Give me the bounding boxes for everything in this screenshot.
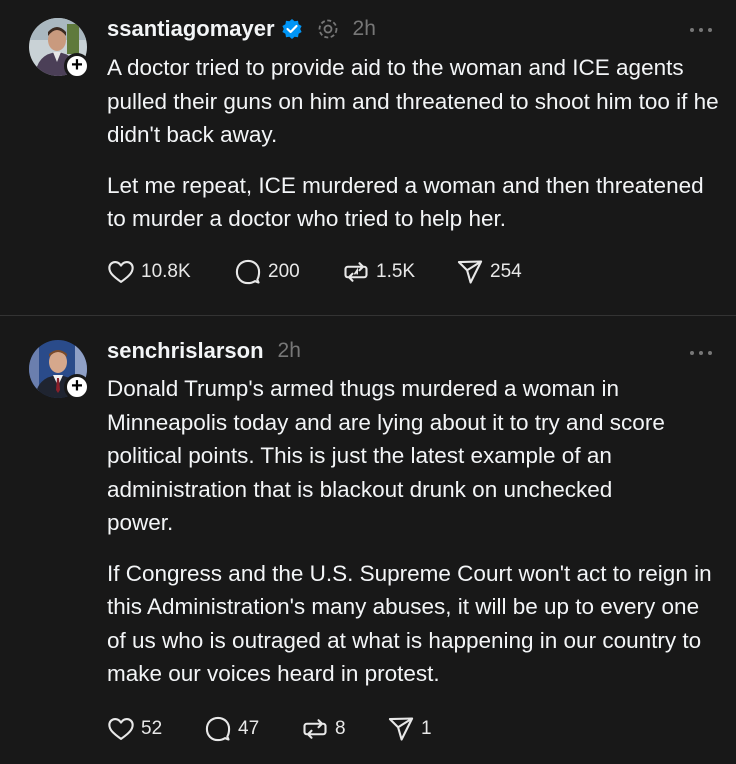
follow-plus-button[interactable]: + [64, 374, 90, 400]
post-body: Donald Trump's armed thugs murdered a wo… [107, 372, 719, 691]
post-header: senchrislarson 2h [107, 336, 301, 366]
like-count: 10.8K [141, 261, 191, 282]
repost-arrows-icon [342, 258, 370, 286]
more-dots-icon[interactable] [690, 26, 712, 34]
username[interactable]: ssantiagomayer [107, 16, 275, 42]
post-paragraph: Donald Trump's armed thugs murdered a wo… [107, 376, 665, 535]
post-time: 2h [277, 339, 301, 362]
reply-count: 200 [268, 261, 300, 282]
paper-plane-icon [387, 715, 415, 743]
like-count: 52 [141, 718, 163, 739]
heart-icon [107, 258, 135, 286]
repost-count: 1.5K [376, 261, 416, 282]
speech-bubble-icon [204, 715, 232, 743]
share-count: 1 [421, 718, 432, 739]
username[interactable]: senchrislarson [107, 338, 264, 364]
post-time: 2h [352, 17, 376, 40]
repost-button[interactable]: 1.5K [342, 258, 456, 286]
follow-plus-button[interactable]: + [64, 53, 90, 79]
post-paragraph: Let me repeat, ICE murdered a woman and … [107, 172, 704, 232]
paper-plane-icon [456, 258, 484, 286]
share-button[interactable]: 254 [456, 258, 522, 286]
post-ssantiagomayer[interactable]: + ssantiagomayer 2h A doctor tried to pr… [0, 0, 736, 315]
reply-count: 47 [238, 718, 260, 739]
repost-arrows-icon [301, 715, 329, 743]
post-paragraph: If Congress and the U.S. Supreme Court w… [107, 560, 712, 687]
verified-badge-icon [281, 18, 303, 40]
post-actions: 10.8K 200 1.5K 254 [107, 256, 522, 288]
post-header: ssantiagomayer 2h [107, 14, 376, 44]
like-button[interactable]: 52 [107, 715, 204, 743]
like-button[interactable]: 10.8K [107, 258, 234, 286]
post-senchrislarson[interactable]: + senchrislarson 2h Donald Trump's armed… [0, 315, 736, 764]
repost-count: 8 [335, 718, 346, 739]
repost-button[interactable]: 8 [301, 715, 387, 743]
reply-button[interactable]: 200 [234, 258, 342, 286]
more-dots-icon[interactable] [690, 349, 712, 357]
threads-icon [317, 18, 339, 40]
post-body: A doctor tried to provide aid to the wom… [107, 51, 722, 236]
speech-bubble-icon [234, 258, 262, 286]
reply-button[interactable]: 47 [204, 715, 301, 743]
heart-icon [107, 715, 135, 743]
share-button[interactable]: 1 [387, 715, 432, 743]
share-count: 254 [490, 261, 522, 282]
post-paragraph: A doctor tried to provide aid to the wom… [107, 55, 719, 147]
post-actions: 52 47 8 1 [107, 713, 432, 745]
